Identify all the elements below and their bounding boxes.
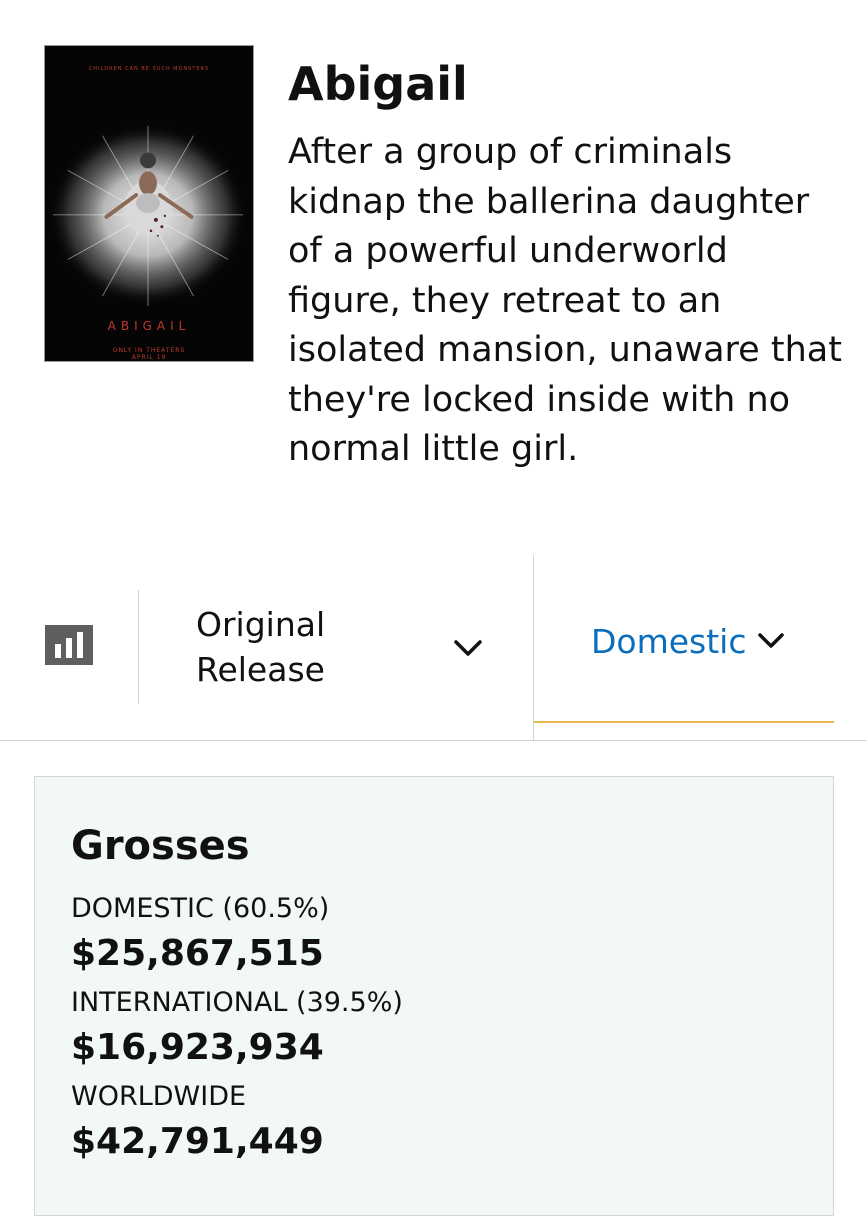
bar-chart-icon[interactable] [45,625,93,665]
filter-divider [138,590,139,704]
worldwide-gross-value: $42,791,449 [71,1121,324,1162]
grosses-heading: Grosses [71,823,250,869]
international-gross-label: INTERNATIONAL (39.5%) [71,987,403,1018]
active-tab-indicator [534,721,834,723]
movie-synopsis: After a group of criminals kidnap the ba… [288,132,842,469]
movie-poster[interactable]: CHILDREN CAN BE SUCH MONSTERS ABIGAIL ON… [44,45,254,362]
region-dropdown-domestic[interactable]: Domestic [534,555,834,723]
movie-title: Abigail [288,57,468,111]
region-dropdown-label: Domestic [591,622,747,661]
poster-release-date: APRIL 19 [131,354,167,361]
domestic-gross-label: DOMESTIC (60.5%) [71,893,330,924]
release-dropdown[interactable]: Original Release [196,602,496,692]
poster-release-line: ONLY IN THEATERS [112,347,186,354]
poster-release-info: ONLY IN THEATERS APRIL 19 [45,347,253,361]
chevron-down-icon [758,633,784,648]
release-dropdown-label: Original Release [196,605,326,689]
poster-artwork [45,46,253,361]
domestic-gross-value: $25,867,515 [71,933,324,974]
section-divider [0,740,866,741]
chevron-down-icon [454,640,482,656]
grosses-panel: Grosses DOMESTIC (60.5%) $25,867,515 INT… [34,776,834,1216]
poster-title: ABIGAIL [107,319,191,333]
worldwide-gross-label: WORLDWIDE [71,1081,247,1112]
poster-tagline: CHILDREN CAN BE SUCH MONSTERS [88,66,210,72]
international-gross-value: $16,923,934 [71,1027,324,1068]
